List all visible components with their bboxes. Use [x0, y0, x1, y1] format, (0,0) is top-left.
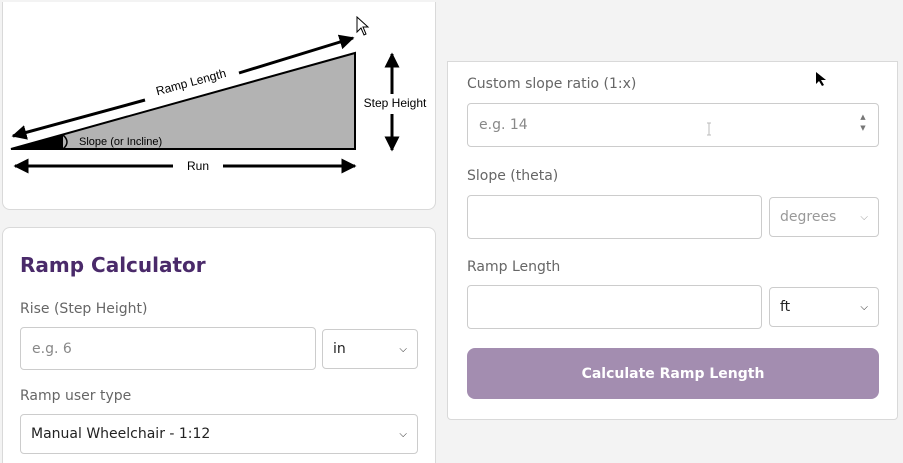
ramp-length-input[interactable] — [467, 285, 762, 329]
rise-placeholder: e.g. 6 — [32, 340, 72, 357]
user-type-value: Manual Wheelchair - 1:12 — [31, 426, 211, 442]
run-diagram-label: Run — [187, 159, 209, 173]
rise-unit-value: in — [333, 341, 346, 357]
cursor-outline-icon — [356, 16, 370, 36]
rise-unit-select[interactable]: in ⌵ — [322, 329, 418, 369]
slope-diagram-label: Slope (or Incline) — [79, 136, 162, 148]
rise-label: Rise (Step Height) — [20, 301, 148, 317]
ramp-calculator-card: Ramp Calculator Rise (Step Height) e.g. … — [2, 227, 436, 463]
cursor-arrow-icon — [816, 72, 826, 86]
custom-slope-label: Custom slope ratio (1:x) — [467, 76, 637, 92]
stepper-down-icon[interactable]: ▼ — [860, 125, 865, 132]
length-unit-select[interactable]: ft ⌵ — [769, 287, 879, 327]
slope-unit-select[interactable]: degrees ⌵ — [769, 197, 879, 237]
slope-theta-label: Slope (theta) — [467, 168, 559, 184]
rise-input[interactable]: e.g. 6 — [20, 327, 316, 370]
page-title: Ramp Calculator — [20, 253, 206, 277]
chevron-down-icon: ⌵ — [860, 301, 868, 313]
calculate-ramp-length-button[interactable]: Calculate Ramp Length — [467, 348, 879, 399]
chevron-down-icon: ⌵ — [399, 428, 407, 440]
chevron-down-icon: ⌵ — [399, 343, 407, 355]
chevron-down-icon: ⌵ — [860, 211, 868, 223]
text-cursor-icon — [707, 122, 711, 136]
step-height-diagram-label: Step Height — [364, 96, 427, 110]
number-stepper[interactable]: ▲ ▼ — [858, 114, 868, 132]
ramp-triangle — [10, 51, 356, 150]
user-type-select[interactable]: Manual Wheelchair - 1:12 ⌵ — [20, 414, 418, 454]
stepper-up-icon[interactable]: ▲ — [860, 114, 865, 121]
ramp-length-form-card: Custom slope ratio (1:x) e.g. 14 ▲ ▼ Slo… — [447, 61, 898, 420]
user-type-label: Ramp user type — [20, 388, 132, 404]
ramp-length-label: Ramp Length — [467, 259, 561, 275]
slope-theta-input[interactable] — [467, 195, 762, 239]
custom-slope-placeholder: e.g. 14 — [479, 117, 528, 133]
length-unit-value: ft — [780, 299, 791, 315]
custom-slope-input[interactable]: e.g. 14 ▲ ▼ — [467, 103, 879, 147]
ramp-diagram: Ramp Length Step Height Slope (or Inclin… — [10, 34, 427, 174]
slope-unit-value: degrees — [780, 209, 837, 225]
ramp-diagram-card: Ramp Length Step Height Slope (or Inclin… — [2, 2, 436, 210]
